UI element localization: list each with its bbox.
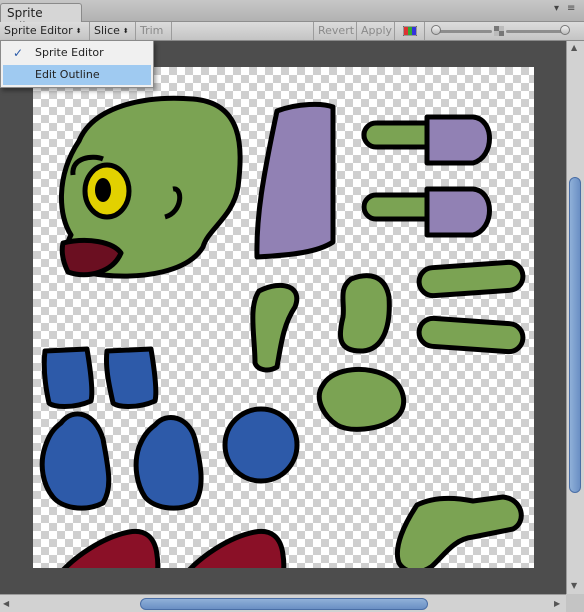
window-options-icon[interactable]: ≡	[567, 3, 575, 14]
forearm-sprite-2	[416, 315, 526, 355]
revert-button[interactable]: Revert	[313, 22, 357, 40]
sprite-sheet-texture	[39, 95, 526, 568]
toolbar: Sprite Editor ⬍ Slice ⬍ Trim Revert Apply	[0, 22, 584, 41]
arm-sprite	[394, 494, 524, 568]
slice-dropdown[interactable]: Slice ⬍	[90, 22, 136, 40]
ball-sprite	[222, 406, 300, 484]
mode-dropdown-menu: ✓ Sprite Editor Edit Outline	[0, 40, 154, 88]
vertical-scroll-thumb[interactable]	[569, 177, 581, 493]
mip-slider-track[interactable]	[506, 30, 568, 33]
scroll-left-icon[interactable]: ◀	[3, 599, 9, 608]
scroll-up-icon[interactable]: ▲	[571, 43, 577, 52]
forearm-sprite-1	[416, 259, 526, 299]
shoe-sprite-2	[187, 528, 287, 568]
dropdown-arrow-icon: ⬍	[75, 27, 82, 35]
color-channel-toggle[interactable]	[399, 22, 425, 40]
sprite-viewport[interactable]	[0, 41, 566, 594]
zoom-slider-track[interactable]	[436, 30, 492, 33]
vertical-scrollbar[interactable]: ▲ ▼	[566, 41, 584, 594]
foot-sprite-2	[133, 415, 204, 511]
menu-item-sprite-editor[interactable]: ✓ Sprite Editor	[3, 43, 151, 63]
mip-level-icon	[494, 26, 504, 36]
scroll-right-icon[interactable]: ▶	[554, 599, 560, 608]
trim-button[interactable]: Trim	[136, 22, 172, 40]
wrist-sprite-1	[41, 346, 95, 409]
apply-button[interactable]: Apply	[357, 22, 395, 40]
hand-sprite-2	[316, 366, 407, 432]
wrist-sprite-2	[104, 346, 159, 409]
rgb-icon	[402, 25, 418, 37]
horizontal-scroll-thumb[interactable]	[140, 598, 428, 610]
window-menu-icon[interactable]: ▾	[554, 3, 559, 14]
menu-item-edit-outline[interactable]: Edit Outline	[3, 65, 151, 85]
sprite-canvas[interactable]	[33, 67, 534, 568]
scroll-corner	[566, 594, 584, 612]
horizontal-scrollbar[interactable]: ◀ ▶	[0, 594, 566, 612]
foot-sprite-1	[39, 411, 112, 511]
torso-sprite	[254, 101, 336, 260]
slice-label: Slice	[94, 24, 120, 37]
leg-sprite	[250, 282, 300, 373]
dropdown-arrow-icon: ⬍	[122, 27, 129, 35]
hand-sprite-1	[338, 273, 392, 354]
menu-item-label: Sprite Editor	[35, 46, 104, 59]
menu-item-label: Edit Outline	[35, 68, 100, 81]
mode-dropdown[interactable]: Sprite Editor ⬍	[0, 22, 90, 40]
scroll-down-icon[interactable]: ▼	[571, 581, 577, 590]
check-icon: ✓	[13, 46, 24, 60]
window-titlebar: Sprite Editor ▾ ≡	[0, 0, 584, 34]
zoom-slider-knob[interactable]	[430, 25, 441, 35]
shoe-sprite-1	[61, 528, 161, 568]
window-tab-sprite-editor[interactable]: Sprite Editor	[0, 3, 82, 34]
mode-dropdown-label: Sprite Editor	[4, 24, 73, 37]
mip-slider-knob[interactable]	[560, 25, 570, 35]
